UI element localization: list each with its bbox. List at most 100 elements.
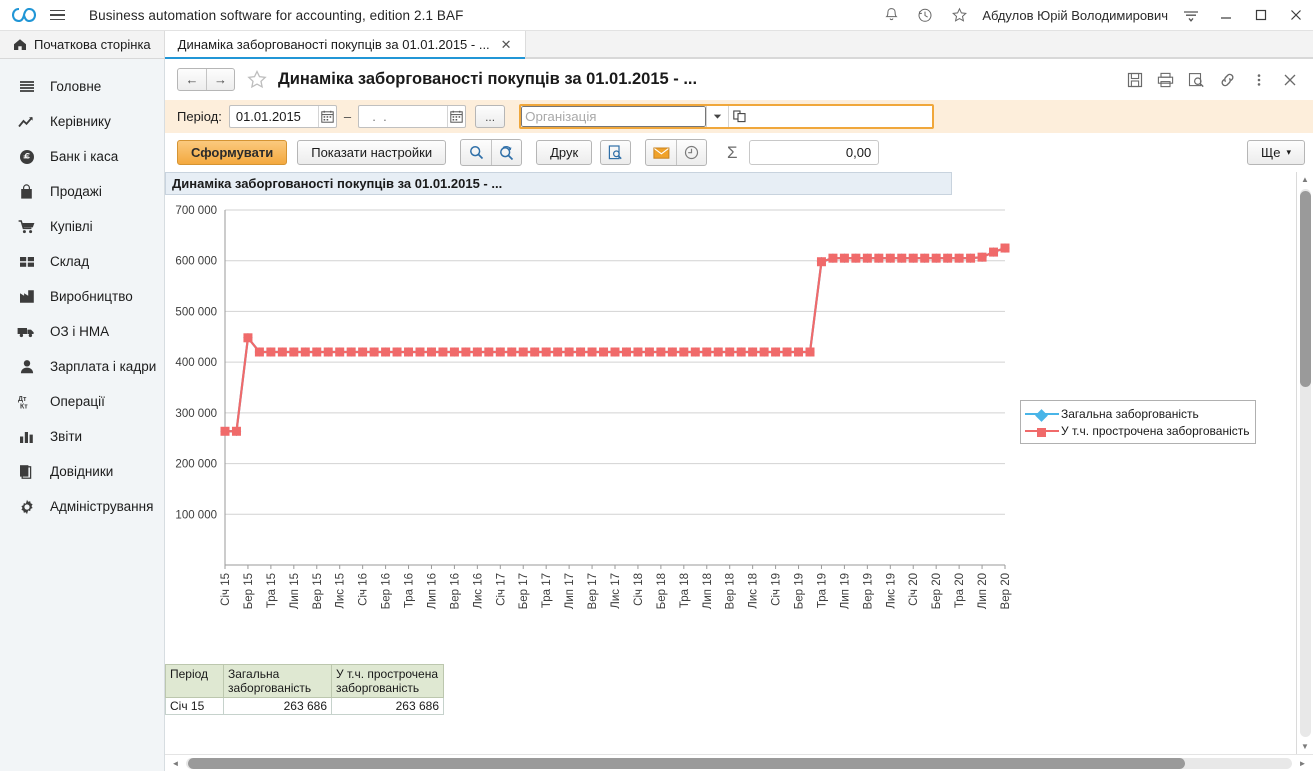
more-icon[interactable]	[1243, 65, 1274, 95]
date-from-input[interactable]	[229, 106, 318, 127]
bell-icon[interactable]	[874, 0, 908, 31]
clock-icon[interactable]	[676, 140, 706, 165]
cart-icon	[17, 217, 36, 236]
menu-icon[interactable]	[43, 5, 71, 25]
print-preview-icon[interactable]	[600, 140, 632, 165]
open-window-icon[interactable]	[728, 106, 750, 127]
organization-input[interactable]	[521, 106, 707, 127]
scroll-left-arrow-icon[interactable]: ◄	[167, 756, 184, 771]
sidebar-item-oz-nma[interactable]: ОЗ і НМА	[0, 314, 164, 349]
user-name[interactable]: Абдулов Юрій Володимирович	[976, 8, 1174, 23]
sidebar-item-vyrobnyctvo[interactable]: Виробництво	[0, 279, 164, 314]
vertical-scrollbar[interactable]: ▲ ▼	[1296, 172, 1313, 754]
svg-text:Тра 17: Тра 17	[541, 573, 553, 608]
sidebar-item-operacii[interactable]: Дт Кт Операції	[0, 384, 164, 419]
svg-text:Лип 17: Лип 17	[564, 573, 576, 609]
svg-text:100 000: 100 000	[175, 509, 217, 521]
svg-text:Бер 18: Бер 18	[656, 573, 668, 609]
table-cell-total: 263 686	[223, 697, 332, 715]
minimize-icon[interactable]	[1208, 0, 1243, 31]
svg-text:Тра 18: Тра 18	[679, 573, 691, 608]
date-to-input[interactable]	[359, 106, 448, 127]
tab-strip-filler	[525, 31, 1313, 58]
menu-lines-icon[interactable]	[1174, 0, 1208, 31]
sidebar-item-zarplata[interactable]: Зарплата і кадри	[0, 349, 164, 384]
app-title: Business automation software for account…	[89, 7, 464, 23]
sum-field[interactable]: 0,00	[749, 140, 880, 165]
tab-close-icon[interactable]: ✕	[501, 37, 512, 53]
navigation-buttons: ← →	[177, 68, 235, 91]
show-settings-button[interactable]: Показати настройки	[297, 140, 447, 165]
vertical-scroll-thumb[interactable]	[1299, 191, 1311, 387]
svg-text:Січ 17: Січ 17	[495, 573, 507, 606]
sidebar-item-sklad[interactable]: Склад	[0, 244, 164, 279]
history-icon[interactable]	[908, 0, 942, 31]
svg-text:Лип 20: Лип 20	[977, 573, 989, 609]
chevron-down-icon[interactable]	[706, 106, 728, 127]
organization-field[interactable]	[519, 104, 935, 129]
close-icon[interactable]	[1278, 0, 1313, 31]
sidebar-item-kupivli[interactable]: Купівлі	[0, 209, 164, 244]
date-to-field[interactable]	[358, 105, 467, 128]
sidebar-item-dovidnyky[interactable]: Довідники	[0, 454, 164, 489]
mail-icon[interactable]	[646, 140, 676, 165]
table-cell-period: Січ 15	[165, 697, 224, 715]
sidebar-item-zvity[interactable]: Звіти	[0, 419, 164, 454]
svg-text:Бер 19: Бер 19	[794, 573, 806, 609]
horizontal-scroll-track[interactable]	[186, 757, 1292, 769]
svg-text:500 000: 500 000	[175, 306, 217, 318]
sigma-icon[interactable]: Σ	[721, 143, 743, 163]
tab-label: Початкова сторінка	[34, 37, 151, 52]
sidebar-item-bank[interactable]: Банк і каса	[0, 139, 164, 174]
save-icon[interactable]	[1119, 65, 1150, 95]
chart-legend: Загальна заборгованість У т.ч. простроче…	[1020, 400, 1256, 444]
tab-report[interactable]: Динаміка заборгованості покупців за 01.0…	[164, 31, 526, 59]
close-report-icon[interactable]	[1274, 65, 1305, 95]
sidebar-item-label: ОЗ і НМА	[50, 324, 110, 339]
calendar-icon[interactable]	[447, 106, 465, 127]
back-button[interactable]: ←	[178, 69, 206, 90]
coin-icon	[17, 147, 36, 166]
scroll-up-arrow-icon[interactable]: ▲	[1297, 172, 1313, 187]
print-button[interactable]: Друк	[536, 140, 593, 165]
maximize-icon[interactable]	[1243, 0, 1278, 31]
scroll-right-arrow-icon[interactable]: ►	[1294, 756, 1311, 771]
report-table: Період Загальна заборгованість У т.ч. пр…	[165, 664, 444, 715]
sidebar-item-prodazhi[interactable]: Продажі	[0, 174, 164, 209]
person-icon	[17, 357, 36, 376]
svg-text:Лис 19: Лис 19	[885, 573, 897, 609]
sidebar-item-administruvannya[interactable]: Адміністрування	[0, 489, 164, 524]
more-button[interactable]: Ще ▾	[1247, 140, 1305, 165]
chart-title: Динаміка заборгованості покупців за 01.0…	[165, 172, 952, 195]
debit-credit-icon: Дт Кт	[17, 392, 36, 411]
bag-icon	[17, 182, 36, 201]
search-icon[interactable]	[461, 140, 491, 165]
calendar-icon[interactable]	[317, 106, 336, 127]
svg-text:600 000: 600 000	[175, 256, 217, 268]
horizontal-scroll-thumb[interactable]	[188, 757, 1185, 769]
svg-text:Вер 15: Вер 15	[312, 573, 324, 609]
star-icon[interactable]	[942, 0, 976, 31]
period-select-button[interactable]: ...	[475, 105, 506, 128]
horizontal-scrollbar[interactable]: ◄ ►	[165, 754, 1313, 771]
scroll-down-arrow-icon[interactable]: ▼	[1297, 739, 1313, 754]
sidebar-item-label: Головне	[50, 79, 102, 94]
star-outline-icon[interactable]	[247, 70, 267, 89]
link-icon[interactable]	[1212, 65, 1243, 95]
table-row[interactable]: Січ 15 263 686 263 686	[165, 697, 444, 715]
vertical-scroll-track[interactable]	[1299, 189, 1311, 737]
period-bar: Період: – ...	[165, 100, 1313, 133]
preview-icon[interactable]	[1181, 65, 1212, 95]
print-icon[interactable]	[1150, 65, 1181, 95]
tab-home[interactable]: Початкова сторінка	[0, 31, 165, 58]
svg-text:Тра 19: Тра 19	[816, 573, 828, 608]
date-from-field[interactable]	[228, 105, 337, 128]
sidebar-item-golovne[interactable]: Головне	[0, 69, 164, 104]
generate-button[interactable]: Сформувати	[177, 140, 288, 165]
search-cancel-icon[interactable]	[491, 140, 521, 165]
body: Головне Керівнику Банк і каса Продажі Ку…	[0, 59, 1313, 771]
svg-text:Лип 16: Лип 16	[426, 573, 438, 609]
svg-text:Дт: Дт	[18, 396, 27, 403]
forward-button[interactable]: →	[206, 69, 234, 90]
sidebar-item-kerivnyku[interactable]: Керівнику	[0, 104, 164, 139]
